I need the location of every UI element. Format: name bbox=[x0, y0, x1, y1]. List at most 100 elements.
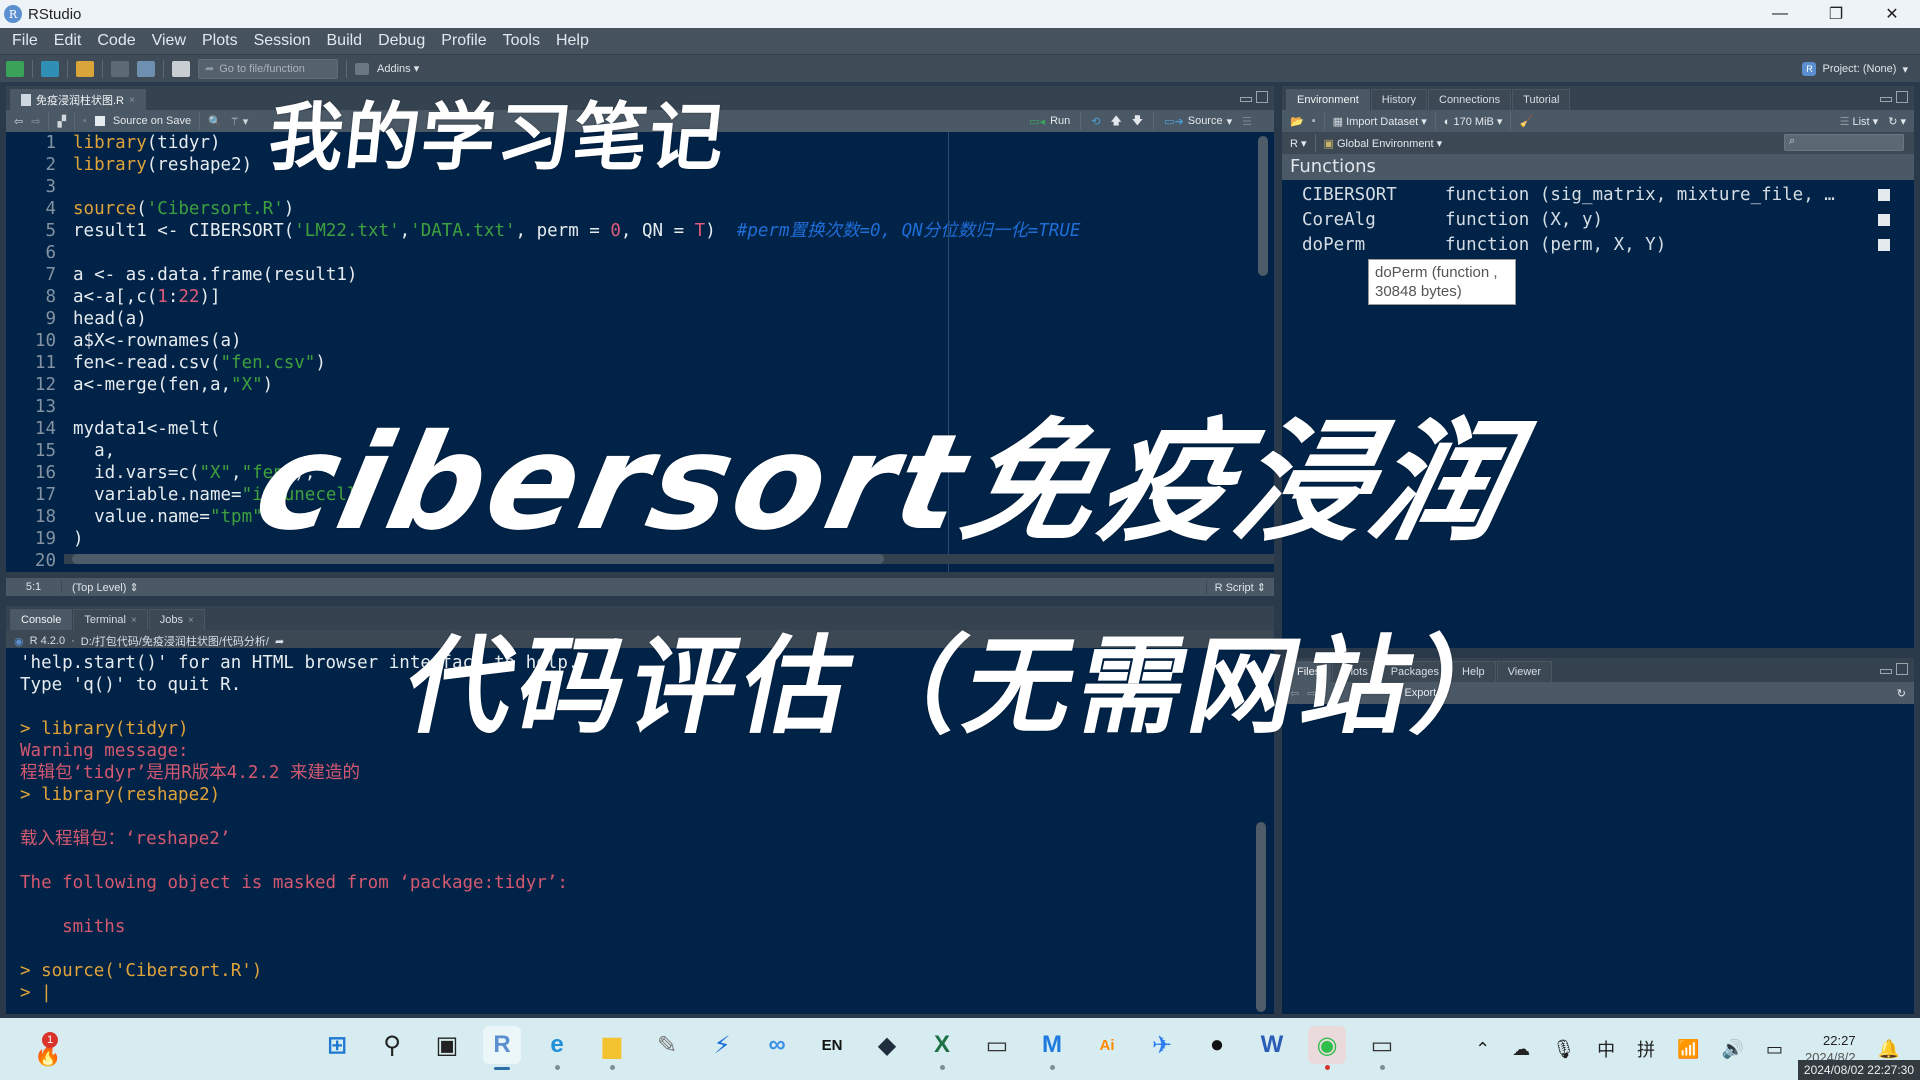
goto-file-function-input[interactable]: ➦ Go to file/function bbox=[198, 58, 338, 79]
console-output[interactable]: 'help.start()' for an HTML browser inter… bbox=[6, 648, 1274, 1014]
tab-plots[interactable]: Plots bbox=[1332, 661, 1379, 682]
menu-plots[interactable]: Plots bbox=[194, 32, 246, 50]
scope-selector[interactable]: (Top Level) ⇕ bbox=[62, 581, 139, 594]
view-object-icon[interactable] bbox=[1878, 213, 1890, 226]
minimize-pane-icon[interactable] bbox=[1240, 97, 1252, 102]
code-line[interactable]: ) bbox=[73, 528, 1080, 550]
close-button[interactable]: ✕ bbox=[1864, 0, 1920, 28]
menu-file[interactable]: File bbox=[4, 32, 46, 50]
maximize-pane-icon[interactable] bbox=[1256, 91, 1268, 103]
close-tab-icon[interactable]: × bbox=[188, 615, 194, 626]
taskbar-app-notepad[interactable]: ✎ bbox=[648, 1026, 686, 1064]
go-up-icon[interactable]: 🡅 bbox=[1110, 112, 1121, 131]
code-line[interactable]: a<-merge(fen,a,"X") bbox=[73, 374, 1080, 396]
menu-tools[interactable]: Tools bbox=[495, 32, 548, 50]
ime-pinyin-icon[interactable]: 拼 bbox=[1637, 1036, 1655, 1062]
environment-object-row[interactable]: CoreAlg function (X, y) bbox=[1282, 207, 1914, 232]
maximize-pane-icon[interactable] bbox=[1896, 91, 1908, 103]
code-line[interactable]: a <- as.data.frame(result1) bbox=[73, 264, 1080, 286]
taskbar-app-feishu[interactable]: M bbox=[1033, 1026, 1071, 1070]
find-replace-icon[interactable]: 🔍 bbox=[208, 115, 222, 128]
run-button[interactable]: ▭◂ Run bbox=[1029, 115, 1070, 128]
outline-icon[interactable]: ☰ bbox=[1242, 115, 1252, 128]
tab-packages[interactable]: Packages bbox=[1379, 661, 1451, 682]
close-tab-icon[interactable]: × bbox=[131, 615, 137, 626]
code-line[interactable] bbox=[73, 176, 1080, 198]
volume-icon[interactable]: 🔊 bbox=[1722, 1039, 1744, 1060]
code-line[interactable]: id.vars=c("X","fen"), bbox=[73, 462, 1080, 484]
wifi-icon[interactable]: 📶 bbox=[1677, 1039, 1699, 1060]
file-type-selector[interactable]: R Script ⇕ bbox=[1205, 580, 1266, 594]
environment-search-input[interactable]: ⌕ bbox=[1784, 134, 1904, 151]
refresh-icon[interactable]: ↻ bbox=[1897, 687, 1906, 700]
export-button[interactable]: Export bbox=[1404, 687, 1436, 699]
menu-session[interactable]: Session bbox=[246, 32, 319, 50]
refresh-icon[interactable]: ↻ ▾ bbox=[1888, 115, 1906, 128]
tab-jobs[interactable]: Jobs × bbox=[148, 609, 205, 630]
code-line[interactable]: a$X<-rownames(a) bbox=[73, 330, 1080, 352]
close-tab-icon[interactable]: × bbox=[129, 95, 135, 106]
ime-chinese-icon[interactable]: 中 bbox=[1597, 1036, 1615, 1062]
rerun-icon[interactable]: ⟲ bbox=[1091, 115, 1100, 128]
code-tools-wand-icon[interactable]: ⚚ ▾ bbox=[230, 115, 248, 128]
tab-viewer[interactable]: Viewer bbox=[1496, 661, 1553, 682]
tab-connections[interactable]: Connections bbox=[1428, 89, 1512, 110]
environment-object-row[interactable]: CIBERSORT function (sig_matrix, mixture_f… bbox=[1282, 182, 1914, 207]
taskbar-app-illustrator[interactable]: Ai bbox=[1088, 1026, 1126, 1064]
forward-arrow-icon[interactable]: ⇨ bbox=[1307, 687, 1316, 700]
taskbar-app-start[interactable]: ⊞ bbox=[318, 1026, 356, 1064]
open-file-icon[interactable] bbox=[76, 60, 94, 77]
save-all-icon[interactable] bbox=[137, 60, 155, 77]
menu-code[interactable]: Code bbox=[89, 32, 143, 50]
show-hidden-icons[interactable]: ⌃ bbox=[1475, 1039, 1490, 1060]
save-icon[interactable] bbox=[111, 60, 129, 77]
save-file-icon[interactable]: ▪ bbox=[83, 115, 87, 127]
language-dropdown[interactable]: R ▾ bbox=[1290, 137, 1307, 150]
restore-button[interactable]: ❐ bbox=[1808, 0, 1864, 28]
editor-horizontal-scrollbar[interactable] bbox=[72, 554, 884, 564]
view-object-icon[interactable] bbox=[1878, 238, 1890, 251]
tab-files[interactable]: Files bbox=[1286, 661, 1332, 682]
load-workspace-icon[interactable]: 📂 bbox=[1290, 115, 1304, 128]
menu-debug[interactable]: Debug bbox=[370, 32, 433, 50]
back-arrow-icon[interactable]: ⇦ bbox=[1290, 687, 1299, 700]
taskbar-app-search[interactable]: ⚲ bbox=[373, 1026, 411, 1064]
forward-arrow-icon[interactable]: ⇨ bbox=[31, 115, 40, 128]
tab-terminal[interactable]: Terminal × bbox=[73, 609, 148, 630]
taskbar-app-rstudio[interactable]: R bbox=[483, 1026, 521, 1070]
microphone-icon[interactable]: 🎙 bbox=[1552, 1039, 1575, 1060]
taskbar-app-task-view[interactable]: ▣ bbox=[428, 1026, 466, 1064]
minimize-pane-icon[interactable] bbox=[1880, 97, 1892, 102]
tab-tutorial[interactable]: Tutorial bbox=[1512, 89, 1571, 110]
taskbar-app-remote-desktop-2[interactable]: ▭ bbox=[1363, 1026, 1401, 1070]
code-line[interactable]: a<-a[,c(1:22)] bbox=[73, 286, 1080, 308]
taskbar-app-wechat[interactable]: ◉ bbox=[1308, 1026, 1346, 1070]
menu-view[interactable]: View bbox=[144, 32, 194, 50]
taskbar-app-remote-desktop[interactable]: ▭ bbox=[978, 1026, 1016, 1064]
code-content[interactable]: library(tidyr) library(reshape2) source('C… bbox=[73, 132, 1080, 572]
maximize-pane-icon[interactable] bbox=[1896, 663, 1908, 675]
project-menu[interactable]: R Project: (None) ▾ bbox=[1802, 55, 1908, 83]
code-line[interactable]: mydata1<-melt( bbox=[73, 418, 1080, 440]
code-line[interactable]: result1 <- CIBERSORT('LM22.txt','DATA.tx… bbox=[73, 220, 1080, 242]
clear-workspace-broom-icon[interactable]: 🧹 bbox=[1519, 115, 1533, 128]
menu-help[interactable]: Help bbox=[548, 32, 597, 50]
taskbar-app-edge[interactable]: e bbox=[538, 1026, 576, 1070]
tab-editor-file[interactable]: 免疫浸润柱状图.R × bbox=[10, 89, 146, 110]
tab-environment[interactable]: Environment bbox=[1286, 89, 1370, 110]
code-line[interactable]: variable.name="immunecell" bbox=[73, 484, 1080, 506]
memory-usage-button[interactable]: ◐ 170 MiB ▾ bbox=[1444, 115, 1503, 128]
source-on-save-checkbox[interactable] bbox=[94, 116, 105, 126]
view-mode-dropdown[interactable]: ☰ List ▾ bbox=[1840, 115, 1879, 128]
menu-edit[interactable]: Edit bbox=[46, 32, 90, 50]
taskbar-app-file-explorer[interactable]: ▆ bbox=[593, 1026, 631, 1070]
taskbar-app-github[interactable]: ● bbox=[1198, 1026, 1236, 1064]
code-line[interactable]: library(reshape2) bbox=[73, 154, 1080, 176]
taskbar-app-baidu-netdisk[interactable]: ∞ bbox=[758, 1026, 796, 1064]
addins-dropdown[interactable]: Addins ▾ bbox=[377, 62, 419, 75]
console-vertical-scrollbar[interactable] bbox=[1256, 822, 1266, 1012]
taskbar-app-remote-app[interactable]: ◆ bbox=[868, 1026, 906, 1064]
environment-object-row[interactable]: doPerm function (perm, X, Y) bbox=[1282, 232, 1914, 257]
save-workspace-icon[interactable]: ▪ bbox=[1312, 115, 1316, 127]
tab-help[interactable]: Help bbox=[1451, 661, 1496, 682]
